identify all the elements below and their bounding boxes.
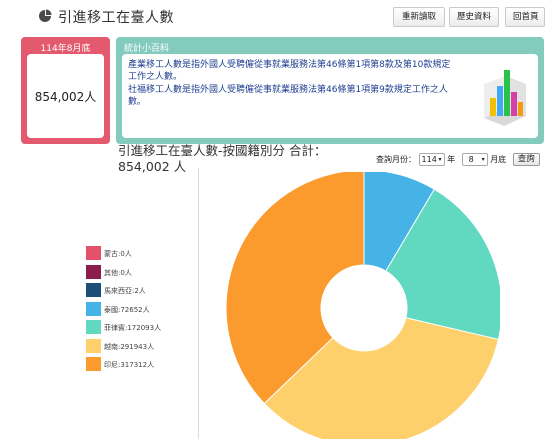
- year-select[interactable]: 114 ▾: [418, 153, 445, 166]
- wiki-line-1: 產業移工人數是指外國人受聘僱從事就業服務法第46條第1項第8款及第10款規定: [128, 60, 451, 70]
- query-controls: 查詢月份： 114 ▾ 年 8 ▾ 月底 查詢: [376, 153, 540, 166]
- legend-label: 其他:0人: [104, 268, 132, 277]
- legend-label: 菲律賓:172093人: [104, 324, 162, 332]
- legend-label: 馬來西亞:2人: [104, 287, 146, 295]
- chart-title: 引進移工在臺人數-按國籍別分 合計： 854,002 人: [118, 143, 346, 175]
- year-unit: 年: [447, 155, 456, 164]
- legend-swatch: [86, 301, 101, 316]
- chart-title-line1: 引進移工在臺人數-按國籍別分 合計：: [118, 143, 327, 158]
- count-card-heading: 114年8月底: [40, 44, 91, 54]
- legend-item[interactable]: 馬來西亞:2人: [86, 281, 196, 300]
- legend-swatch: [86, 338, 101, 353]
- chart-legend: 蒙古:0人其他:0人馬來西亞:2人 泰國:72652人菲律賓:172093人 越南:…: [86, 244, 196, 374]
- wiki-line-2: 工作之人數。: [128, 72, 183, 82]
- legend-label: 印尼:317312人: [104, 361, 155, 369]
- home-button[interactable]: 回首頁: [505, 7, 545, 27]
- legend-swatch: [86, 264, 101, 279]
- bar-chart-3d-icon: [484, 70, 526, 126]
- wiki-line-3: 社福移工人數是指外國人受聘僱從事就業服務法第46條第1項第9款規定工作之人: [128, 85, 448, 95]
- total-count-value: 854,002人: [34, 90, 97, 104]
- legend-item[interactable]: 菲律賓:172093人: [86, 318, 196, 337]
- legend-label: 蒙古:0人: [104, 250, 132, 258]
- legend-label: 越南:291943人: [104, 342, 155, 351]
- count-card-body: 854,002人: [27, 54, 104, 138]
- reload-button[interactable]: 重新讀取: [393, 7, 445, 27]
- legend-item[interactable]: 蒙古:0人: [86, 244, 196, 263]
- history-data-button[interactable]: 歷史資料: [449, 7, 499, 27]
- year-select-value: 114: [421, 155, 437, 164]
- query-button[interactable]: 查詢: [512, 153, 540, 166]
- legend-label: 泰國:72652人: [104, 305, 150, 314]
- query-label: 查詢月份：: [376, 155, 416, 164]
- legend-item[interactable]: 印尼:317312人: [86, 355, 196, 374]
- legend-swatch: [86, 320, 101, 334]
- legend-item[interactable]: 越南:291943人: [86, 337, 196, 356]
- chevron-down-icon: ▾: [438, 156, 442, 163]
- legend-swatch: [86, 246, 101, 260]
- statistics-wiki-card: 統計小百科 產業移工人數是指外國人受聘僱從事就業服務法第46條第1項第8款及第1…: [116, 37, 544, 144]
- legend-swatch: [86, 357, 101, 371]
- pie-chart-icon: [39, 9, 52, 22]
- donut-chart: [225, 172, 500, 439]
- page-title: 引進移工在臺人數: [58, 10, 174, 26]
- month-unit: 月底: [490, 155, 507, 164]
- legend-swatch: [86, 283, 101, 297]
- top-bar: 引進移工在臺人數 重新讀取 歷史資料 回首頁: [0, 0, 554, 32]
- legend-item[interactable]: 其他:0人: [86, 263, 196, 282]
- divider-line: [198, 168, 199, 439]
- total-count-card: 114年8月底 854,002人: [21, 37, 110, 144]
- wiki-heading: 統計小百科: [124, 44, 170, 54]
- month-select[interactable]: 8 ▾: [461, 153, 488, 166]
- wiki-body: 產業移工人數是指外國人受聘僱從事就業服務法第46條第1項第8款及第10款規定 工…: [122, 54, 538, 138]
- month-select-value: 8: [468, 155, 474, 164]
- wiki-line-4: 數。: [128, 97, 147, 107]
- chevron-down-icon: ▾: [481, 156, 485, 163]
- legend-item[interactable]: 泰國:72652人: [86, 300, 196, 319]
